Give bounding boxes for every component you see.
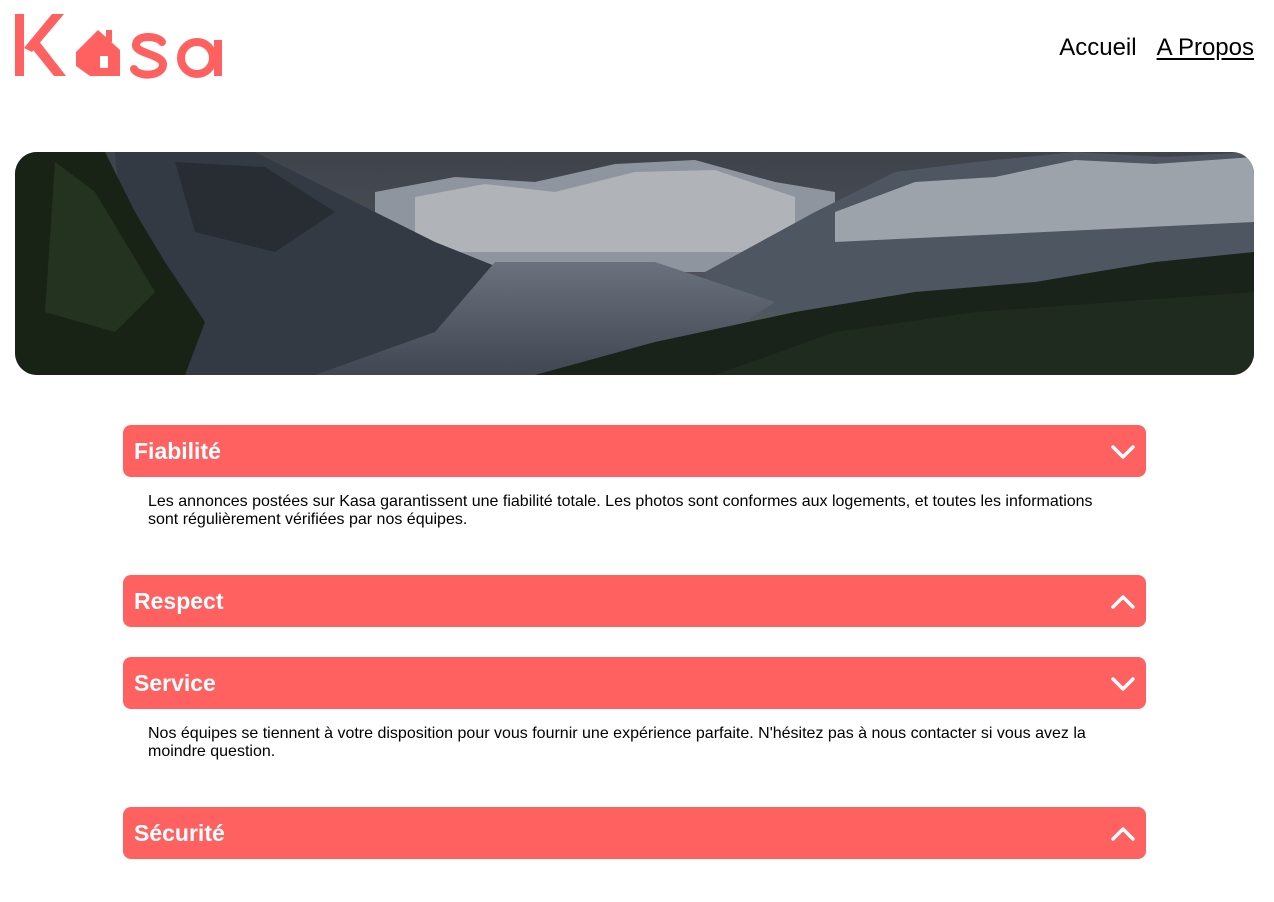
collapse-content: Nos équipes se tiennent à votre disposit… [148,725,1086,760]
collapse-fiabilite: Fiabilité Les annonces postées sur Kasa … [123,425,1146,529]
collapse-title: Sécurité [134,820,225,846]
collapse-header[interactable]: Respect [123,575,1146,627]
collapse-title: Fiabilité [134,438,221,464]
chevron-down-icon[interactable] [1110,439,1136,465]
collapse-header[interactable]: Sécurité [123,807,1146,859]
collapse-title: Respect [134,588,224,614]
chevron-up-icon[interactable] [1110,589,1136,615]
chevron-down-icon[interactable] [1110,671,1136,697]
main-nav: Accueil A Propos [1059,34,1254,62]
collapse-header[interactable]: Fiabilité [123,425,1146,477]
nav-link-accueil[interactable]: Accueil [1059,34,1136,62]
collapse-content: Les annonces postées sur Kasa garantisse… [148,493,1093,528]
collapse-service: Service Nos équipes se tiennent à votre … [123,657,1146,761]
collapse-header[interactable]: Service [123,657,1146,709]
kasa-logo[interactable] [14,10,230,86]
hero-banner-image [15,152,1254,375]
collapse-securite: Sécurité [123,807,1146,859]
collapse-title: Service [134,670,216,696]
collapse-respect: Respect [123,575,1146,627]
site-header: Accueil A Propos [0,0,1274,100]
chevron-up-icon[interactable] [1110,821,1136,847]
nav-link-a-propos[interactable]: A Propos [1157,34,1254,62]
